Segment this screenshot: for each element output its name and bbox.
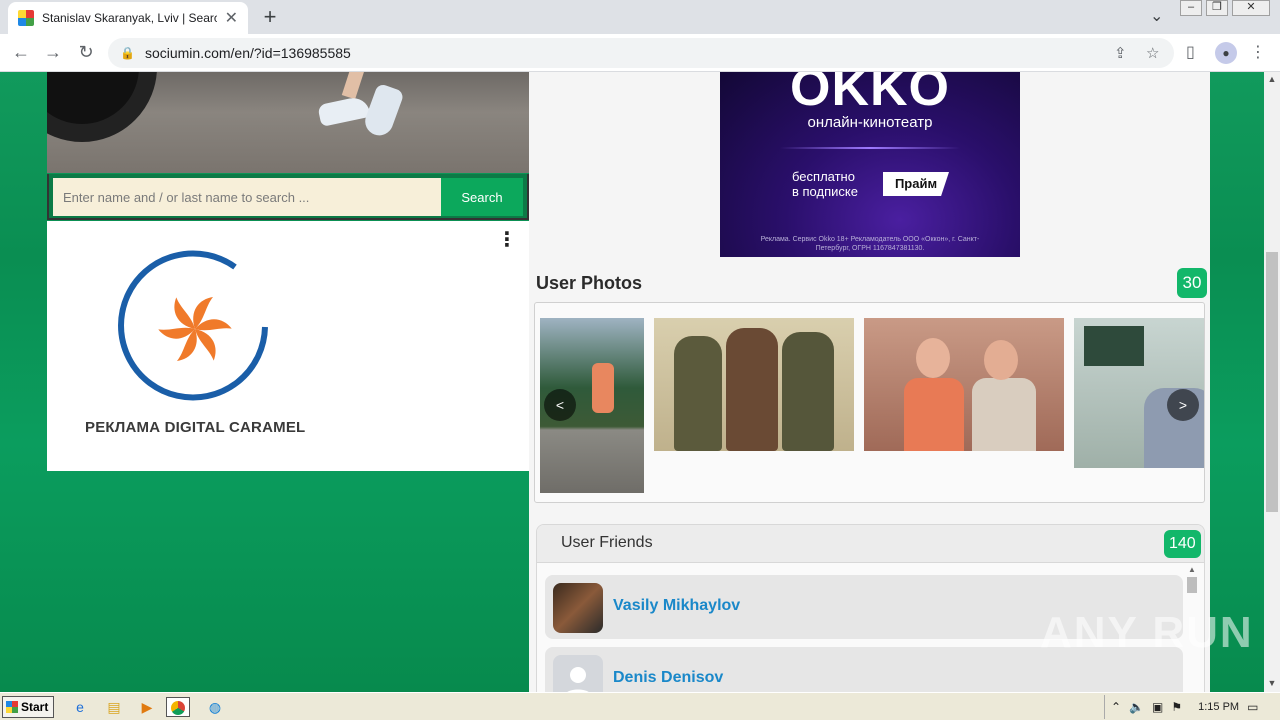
friend-name-link[interactable]: Vasily Mikhaylov [613, 597, 740, 615]
media-player-icon[interactable]: ▶ [135, 697, 159, 717]
bookmark-star-icon[interactable]: ☆ [1146, 44, 1159, 62]
internet-explorer-icon[interactable]: e [68, 697, 92, 717]
hero-image [47, 72, 529, 173]
default-avatar-icon[interactable] [553, 655, 603, 692]
browser-toolbar: ← → ↻ 🔒 sociumin.com/en/?id=136985585 ⇪ … [0, 34, 1280, 72]
user-photo[interactable] [864, 318, 1064, 451]
okko-prime-badge: Прайм [883, 172, 949, 196]
page-scroll-thumb[interactable] [1266, 252, 1278, 512]
new-tab-button[interactable]: + [258, 4, 282, 30]
user-photos-title: User Photos [536, 273, 643, 293]
okko-legal-text: Реклама. Сервис Okko 18+ Рекламодатель О… [760, 236, 980, 252]
okko-offer: бесплатно в подписке [792, 169, 858, 199]
network-icon[interactable]: ▣ [1152, 700, 1163, 714]
search-form: Search [47, 174, 529, 220]
page-scrollbar[interactable]: ▲ ▼ [1264, 72, 1280, 692]
photos-count-badge: 30 [1177, 268, 1207, 298]
clock[interactable]: 1:15 PM [1198, 701, 1239, 713]
start-button[interactable]: Start [2, 696, 54, 718]
action-center-flag-icon[interactable]: ⚑ [1171, 700, 1182, 714]
address-bar[interactable]: 🔒 sociumin.com/en/?id=136985585 ⇪ ☆ [108, 38, 1174, 68]
windows-taskbar: Start e ▤ ▶ ◍ ⌃ 🔈 ▣ ⚑ 1:15 PM ▭ [0, 692, 1280, 720]
friends-header: User Friends 140 [537, 525, 1204, 563]
site-favicon-icon [18, 10, 34, 26]
user-photo[interactable] [654, 318, 854, 451]
minimize-button[interactable]: – [1180, 0, 1202, 16]
scroll-up-arrow-icon[interactable]: ▲ [1264, 74, 1280, 84]
okko-subtitle: онлайн-кинотеатр [807, 114, 933, 131]
scroll-up-arrow-icon[interactable]: ▲ [1186, 565, 1198, 574]
lock-icon[interactable]: 🔒 [120, 46, 135, 60]
okko-advertisement[interactable]: OKKO онлайн-кинотеатр бесплатно в подпис… [720, 72, 1020, 257]
digital-caramel-logo-icon [118, 250, 268, 401]
windows-logo-icon [6, 701, 18, 713]
profile-content: OKKO онлайн-кинотеатр бесплатно в подпис… [529, 72, 1210, 692]
tab-search-chevron-icon[interactable]: ⌄ [1150, 6, 1163, 26]
close-tab-icon[interactable]: ✕ [225, 8, 238, 28]
volume-icon[interactable]: 🔈 [1129, 700, 1144, 714]
advertisement-banner[interactable]: ⋮ РЕКЛАМА DIGITAL CARAMEL [47, 221, 529, 471]
profile-avatar-icon[interactable]: ● [1215, 42, 1237, 64]
okko-logo: OKKO [790, 72, 950, 117]
reload-icon[interactable]: ↻ [75, 42, 97, 63]
side-panel-icon[interactable]: ▯ [1186, 42, 1195, 62]
close-window-button[interactable]: ✕ [1232, 0, 1270, 16]
tray-expand-icon[interactable]: ⌃ [1111, 700, 1121, 714]
user-friends-title: User Friends [561, 534, 653, 551]
restore-button[interactable]: ❐ [1206, 0, 1228, 16]
forward-arrow-icon[interactable]: → [42, 42, 64, 63]
scroll-down-arrow-icon[interactable]: ▼ [1264, 678, 1280, 688]
friends-count-badge: 140 [1164, 530, 1201, 558]
back-arrow-icon[interactable]: ← [10, 42, 32, 63]
page-viewport: Search ⋮ РЕКЛАМА DIGITAL CARAMEL OKKO он… [0, 72, 1280, 692]
ad-caption: РЕКЛАМА DIGITAL CARAMEL [85, 419, 306, 436]
carousel-prev-button[interactable]: < [544, 389, 576, 421]
search-button[interactable]: Search [441, 178, 523, 216]
tab-strip: Stanislav Skaranyak, Lviv | Search I ✕ +… [0, 0, 1280, 34]
show-desktop-icon[interactable]: ▭ [1247, 700, 1258, 714]
tab-title: Stanislav Skaranyak, Lviv | Search I [42, 11, 217, 25]
window-controls: – ❐ ✕ [1180, 0, 1270, 16]
url-text[interactable]: sociumin.com/en/?id=136985585 [145, 45, 351, 61]
anyrun-watermark: ANY RUN [1040, 608, 1254, 657]
ad-options-icon[interactable]: ⋮ [497, 227, 517, 252]
browser-tab[interactable]: Stanislav Skaranyak, Lviv | Search I ✕ [8, 2, 248, 34]
chrome-taskbar-icon[interactable] [166, 697, 190, 717]
file-explorer-icon[interactable]: ▤ [102, 697, 126, 717]
friends-scroll-thumb[interactable] [1187, 577, 1197, 593]
friend-avatar[interactable] [553, 583, 603, 633]
photos-carousel: < > [534, 302, 1205, 503]
search-input[interactable] [53, 178, 441, 216]
menu-kebab-icon[interactable]: ⋮ [1250, 42, 1266, 62]
share-icon[interactable]: ⇪ [1114, 44, 1127, 62]
carousel-next-button[interactable]: > [1167, 389, 1199, 421]
system-tray: ⌃ 🔈 ▣ ⚑ 1:15 PM ▭ [1104, 695, 1280, 719]
friend-name-link[interactable]: Denis Denisov [613, 669, 723, 687]
edge-icon[interactable]: ◍ [203, 697, 227, 717]
